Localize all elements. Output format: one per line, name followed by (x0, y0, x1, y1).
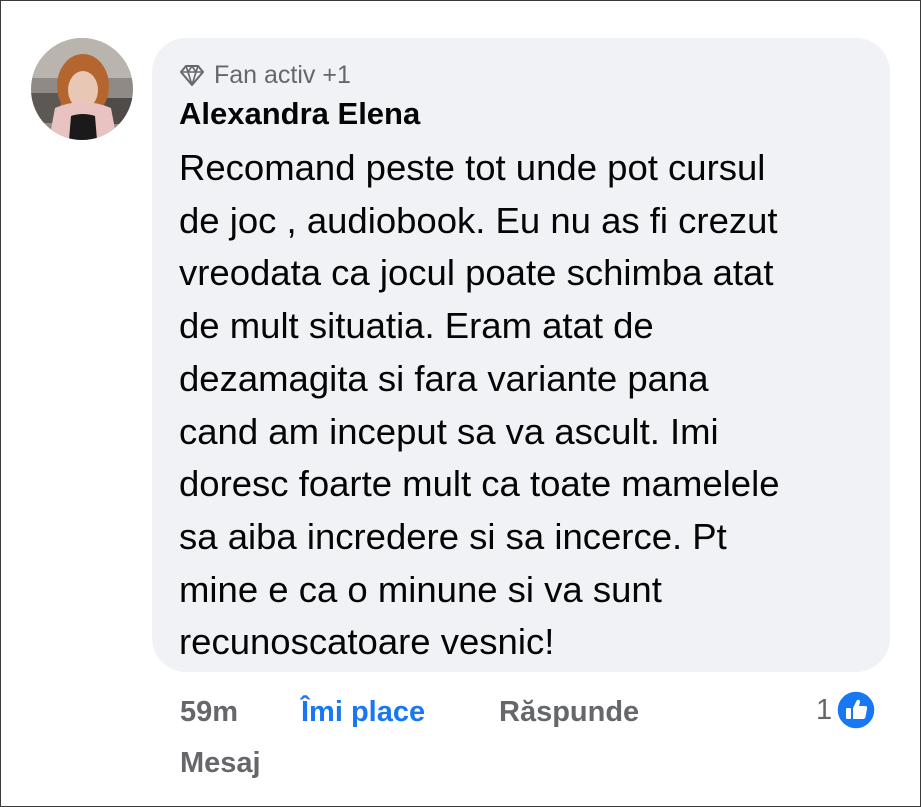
badge-label: Fan activ +1 (214, 60, 351, 89)
reply-button[interactable]: Răspunde (499, 692, 639, 732)
avatar[interactable] (31, 38, 133, 140)
avatar-photo (31, 38, 133, 140)
like-button[interactable]: Îmi place (301, 692, 425, 732)
like-thumb-icon (836, 690, 876, 730)
timestamp[interactable]: 59m (180, 692, 238, 732)
diamond-icon (179, 62, 205, 88)
reaction-summary[interactable]: 1 (816, 690, 876, 730)
message-button[interactable]: Mesaj (180, 743, 261, 783)
reaction-count: 1 (816, 693, 833, 726)
author-name[interactable]: Alexandra Elena (179, 96, 420, 132)
fan-badge: Fan activ +1 (179, 60, 351, 90)
comment-text: Recomand peste tot unde pot cursul de jo… (179, 147, 780, 663)
